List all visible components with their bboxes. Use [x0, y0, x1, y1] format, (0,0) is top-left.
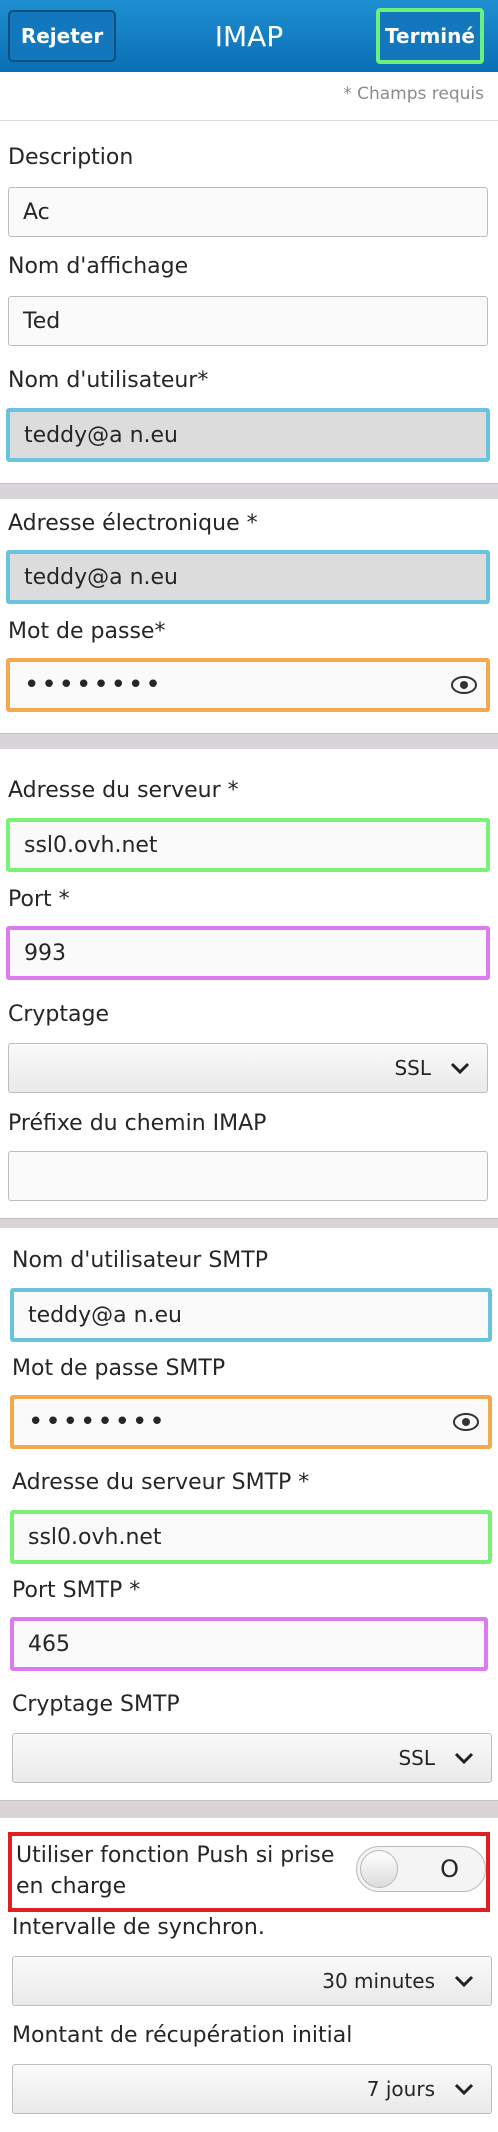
initial-retrieval-value: 7 jours: [366, 2077, 435, 2101]
smtp-server-label: Adresse du serveur SMTP *: [12, 1470, 310, 1495]
sync-interval-value: 30 minutes: [322, 1969, 435, 1993]
server-address-input[interactable]: ssl0.ovh.net: [6, 818, 490, 872]
email-address-input[interactable]: teddy@a n.eu: [6, 550, 490, 604]
section-separator: [0, 1800, 498, 1818]
imap-prefix-input[interactable]: [8, 1151, 488, 1201]
sync-interval-select[interactable]: 30 minutes: [12, 1956, 492, 2006]
display-name-input[interactable]: Ted: [8, 296, 488, 346]
password-input[interactable]: ••••••••: [6, 658, 490, 712]
push-toggle[interactable]: O: [356, 1846, 486, 1892]
reject-button[interactable]: Rejeter: [8, 10, 116, 62]
section-separator: [0, 733, 498, 749]
done-button[interactable]: Terminé: [376, 8, 484, 64]
smtp-encryption-value: SSL: [398, 1746, 435, 1770]
push-option-row: Utiliser fonction Push si prise en charg…: [8, 1832, 490, 1912]
page-title: IMAP: [214, 19, 284, 53]
smtp-username-input[interactable]: teddy@a n.eu: [10, 1288, 492, 1342]
smtp-password-value: ••••••••: [28, 1407, 167, 1437]
smtp-port-input[interactable]: 465: [10, 1617, 488, 1671]
smtp-username-label: Nom d'utilisateur SMTP: [12, 1248, 268, 1273]
imap-prefix-label: Préfixe du chemin IMAP: [8, 1111, 267, 1136]
port-input[interactable]: 993: [6, 926, 490, 980]
chevron-down-icon: [454, 2083, 474, 2096]
section-separator: [0, 483, 498, 499]
toggle-state-text: O: [440, 1855, 459, 1883]
display-name-label: Nom d'affichage: [8, 254, 189, 279]
smtp-server-input[interactable]: ssl0.ovh.net: [10, 1510, 492, 1564]
push-label: Utiliser fonction Push si prise en charg…: [16, 1843, 335, 1899]
encryption-label: Cryptage: [8, 1002, 109, 1027]
encryption-value: SSL: [394, 1056, 431, 1080]
smtp-encryption-select[interactable]: SSL: [12, 1733, 492, 1783]
description-label: Description: [8, 145, 134, 170]
eye-icon[interactable]: [452, 1408, 480, 1436]
password-value: ••••••••: [24, 670, 163, 700]
title-bar: Rejeter IMAP Terminé: [0, 0, 498, 72]
initial-retrieval-label: Montant de récupération initial: [12, 2023, 353, 2048]
username-label: Nom d'utilisateur*: [8, 368, 209, 393]
required-fields-note: * Champs requis: [343, 84, 484, 104]
smtp-password-label: Mot de passe SMTP: [12, 1356, 226, 1381]
port-label: Port *: [8, 887, 70, 912]
toggle-knob[interactable]: [360, 1850, 398, 1888]
chevron-down-icon: [450, 1062, 470, 1075]
section-separator: [0, 1218, 498, 1228]
smtp-port-label: Port SMTP *: [12, 1578, 141, 1603]
chevron-down-icon: [454, 1752, 474, 1765]
chevron-down-icon: [454, 1975, 474, 1988]
initial-retrieval-select[interactable]: 7 jours: [12, 2064, 492, 2114]
smtp-password-input[interactable]: ••••••••: [10, 1395, 492, 1449]
description-input[interactable]: Ac: [8, 187, 488, 237]
sync-interval-label: Intervalle de synchron.: [12, 1915, 265, 1940]
server-address-label: Adresse du serveur *: [8, 778, 239, 803]
divider: [0, 120, 498, 121]
email-address-label: Adresse électronique *: [8, 511, 258, 536]
smtp-encryption-label: Cryptage SMTP: [12, 1692, 180, 1717]
eye-icon[interactable]: [450, 671, 478, 699]
password-label: Mot de passe*: [8, 619, 166, 644]
username-input[interactable]: teddy@a n.eu: [6, 408, 490, 462]
encryption-select[interactable]: SSL: [8, 1043, 488, 1093]
